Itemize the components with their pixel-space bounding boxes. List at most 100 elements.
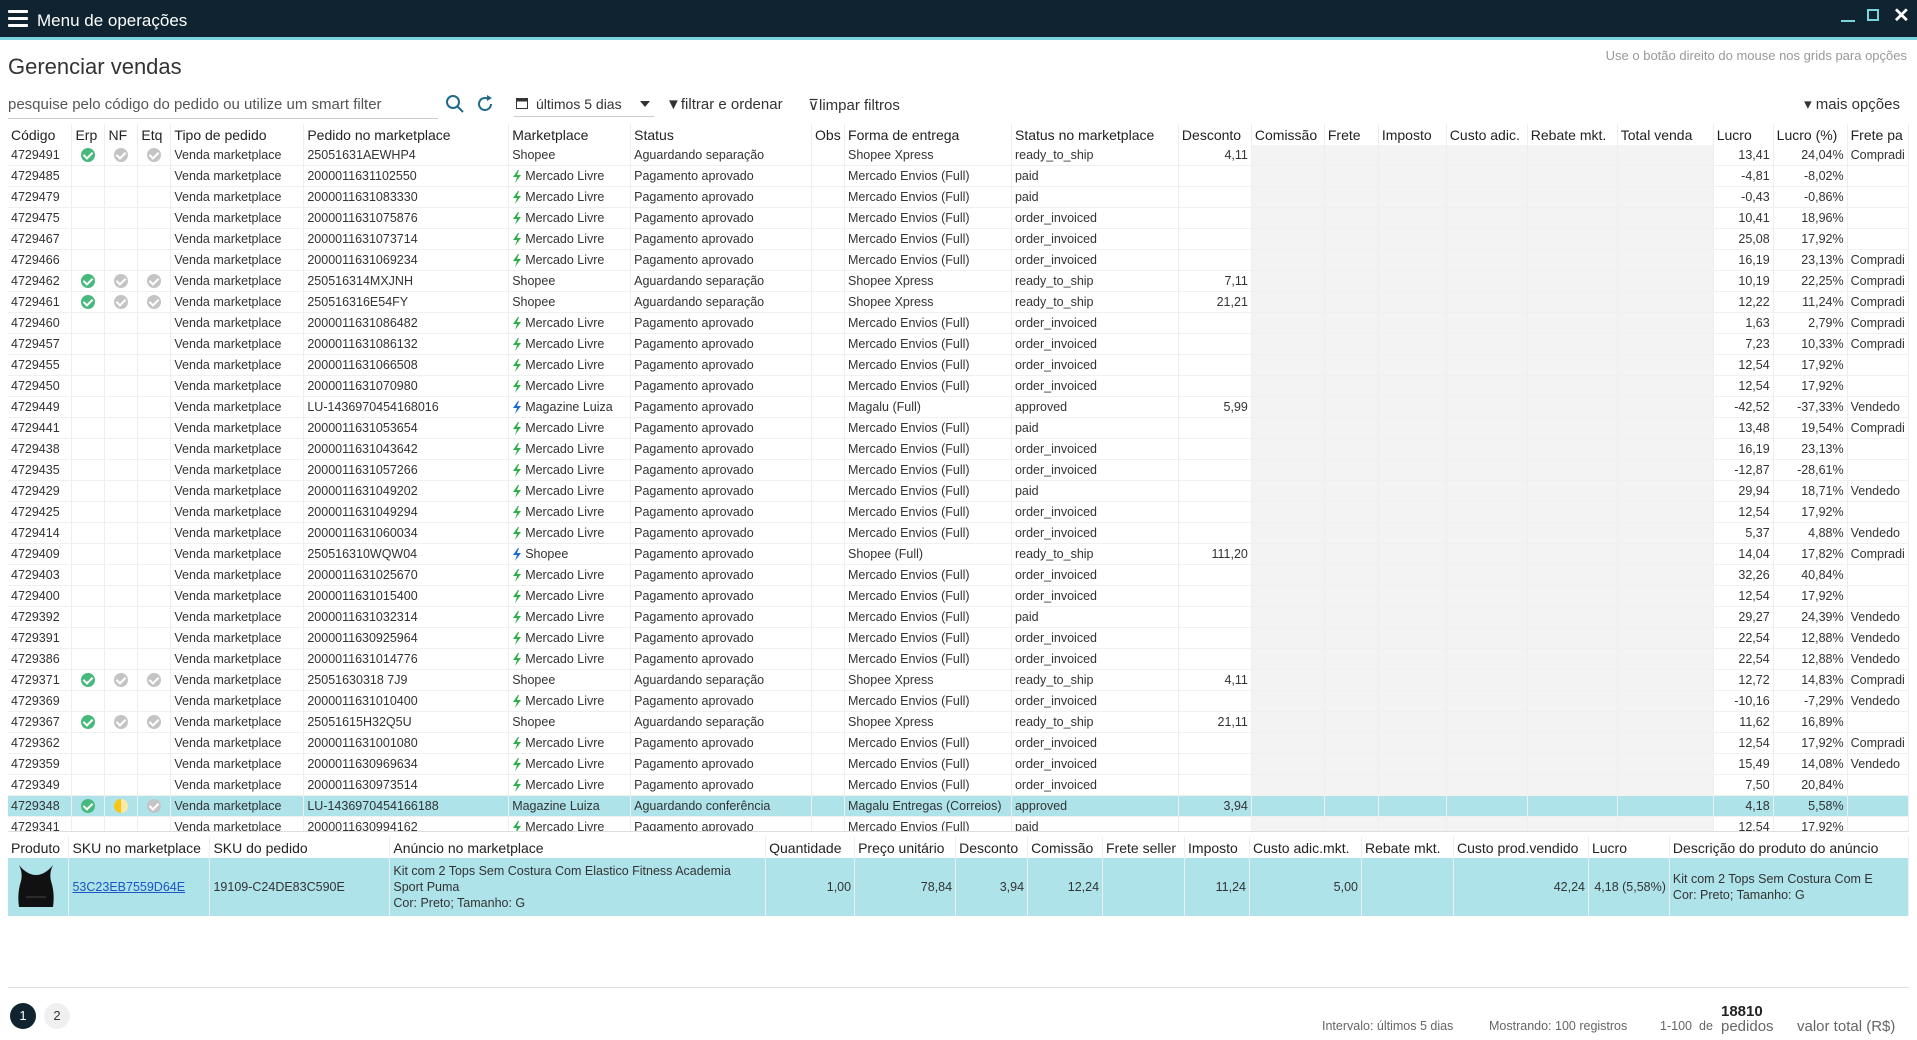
order-item-row[interactable]: 53C23EB7559D64E 19109-C24DE83C590E Kit c… [8,858,1909,916]
order-row[interactable]: 4729479 Venda marketplace 2000011631083330… [8,186,1909,208]
order-row[interactable]: 4729367 Venda marketplace 25051615H32Q5U Sh… [8,711,1909,733]
refresh-icon[interactable] [475,94,495,114]
detail-column-header[interactable]: Frete seller [1102,837,1186,858]
detail-column-header[interactable]: Descrição do produto do anúncio [1669,837,1909,858]
order-row[interactable]: 4729429 Venda marketplace 2000011631049202… [8,480,1909,502]
column-header[interactable]: Tipo de pedido [170,124,305,145]
pending-check-icon[interactable] [147,715,162,730]
page-1-button[interactable]: 1 [10,1003,36,1029]
detail-column-header[interactable]: Imposto [1184,837,1251,858]
column-header[interactable]: Custo adic. [1446,124,1528,145]
order-row[interactable]: 4729475 Venda marketplace 2000011631075876… [8,207,1909,229]
order-row[interactable]: 4729414 Venda marketplace 2000011631060034… [8,522,1909,544]
order-row[interactable]: 4729435 Venda marketplace 2000011631057266… [8,459,1909,481]
order-row[interactable]: 4729455 Venda marketplace 2000011631066508… [8,354,1909,376]
clear-filters-button[interactable]: ⊽limpar filtros [808,96,900,114]
column-header[interactable]: Imposto [1378,124,1447,145]
order-row[interactable]: 4729341 Venda marketplace 2000011630994162… [8,816,1909,831]
half-circle-icon[interactable] [114,799,129,814]
order-row[interactable]: 4729485 Venda marketplace 2000011631102550… [8,165,1909,187]
column-header[interactable]: Frete [1324,124,1379,145]
check-circle-icon[interactable] [81,799,96,814]
column-header[interactable]: Obs [811,124,846,145]
check-circle-icon[interactable] [81,148,96,163]
column-header[interactable]: Marketplace [508,124,632,145]
order-row[interactable]: 4729349 Venda marketplace 2000011630973514… [8,774,1909,796]
order-row[interactable]: 4729359 Venda marketplace 2000011630969634… [8,753,1909,775]
more-options-button[interactable]: ▾ mais opções [1804,95,1900,113]
column-header[interactable]: Erp [71,124,106,145]
detail-column-header[interactable]: SKU do pedido [209,837,391,858]
detail-column-header[interactable]: Custo prod.vendido [1453,837,1589,858]
check-circle-icon[interactable] [81,673,96,688]
check-circle-icon[interactable] [81,715,96,730]
order-row[interactable]: 4729400 Venda marketplace 2000011631015400… [8,585,1909,607]
order-row[interactable]: 4729441 Venda marketplace 2000011631053654… [8,417,1909,439]
order-row[interactable]: 4729466 Venda marketplace 2000011631069234… [8,249,1909,271]
detail-column-header[interactable]: Quantidade [765,837,856,858]
pending-check-icon[interactable] [147,274,162,289]
column-header[interactable]: Status [630,124,813,145]
filter-sort-button[interactable]: ▼filtrar e ordenar [666,96,783,113]
column-header[interactable]: Rebate mkt. [1527,124,1618,145]
date-range-select[interactable]: últimos 5 dias [514,92,654,117]
orders-grid[interactable]: Código Erp NF Etq Tipo de pedido Pedido no ma… [8,124,1909,832]
column-header[interactable]: Código [8,124,73,145]
check-circle-icon[interactable] [81,274,96,289]
pending-check-icon[interactable] [147,673,162,688]
order-row[interactable]: 4729425 Venda marketplace 2000011631049294… [8,501,1909,523]
detail-column-header[interactable]: Produto [8,837,70,858]
column-header[interactable]: Lucro [1713,124,1774,145]
column-header[interactable]: Status no marketplace [1011,124,1179,145]
detail-column-header[interactable]: Custo adic.mkt. [1249,837,1362,858]
order-row[interactable]: 4729449 Venda marketplace LU-1436970454168… [8,396,1909,418]
order-row[interactable]: 4729467 Venda marketplace 2000011631073714… [8,228,1909,250]
detail-column-header[interactable]: Rebate mkt. [1361,837,1454,858]
order-row[interactable]: 4729491 Venda marketplace 25051631AEWHP4 Sh… [8,145,1909,166]
close-icon[interactable]: ✕ [1893,6,1910,26]
column-header[interactable]: Desconto [1178,124,1252,145]
minimize-icon[interactable] [1841,8,1857,24]
order-row[interactable]: 4729348 Venda marketplace LU-1436970454166… [8,795,1909,817]
pending-check-icon[interactable] [147,799,162,814]
order-row[interactable]: 4729392 Venda marketplace 2000011631032314… [8,606,1909,628]
detail-column-header[interactable]: Preço unitário [854,837,957,858]
column-header[interactable]: Total venda [1617,124,1714,145]
detail-column-header[interactable]: SKU no marketplace [68,837,211,858]
detail-column-header[interactable]: Comissão [1027,837,1104,858]
order-row[interactable]: 4729462 Venda marketplace 250516314MXJNH Sh… [8,270,1909,292]
order-items-grid[interactable]: Produto SKU no marketplace SKU do pedido An… [8,837,1909,988]
order-row[interactable]: 4729450 Venda marketplace 2000011631070980… [8,375,1909,397]
column-header[interactable]: Comissão [1251,124,1325,145]
hamburger-menu-icon[interactable] [8,10,28,28]
column-header[interactable]: Frete pa [1847,124,1909,145]
search-icon[interactable] [445,94,465,114]
pending-check-icon[interactable] [114,148,129,163]
detail-column-header[interactable]: Desconto [955,837,1029,858]
order-row[interactable]: 4729362 Venda marketplace 2000011631001080… [8,732,1909,754]
pending-check-icon[interactable] [147,148,162,163]
column-header[interactable]: Forma de entrega [844,124,1012,145]
order-row[interactable]: 4729369 Venda marketplace 2000011631010400… [8,690,1909,712]
column-header[interactable]: Pedido no marketplace [303,124,510,145]
column-header[interactable]: Etq [137,124,172,145]
order-row[interactable]: 4729371 Venda marketplace 25051630318 7J9 S… [8,669,1909,691]
order-row[interactable]: 4729391 Venda marketplace 2000011630925964… [8,627,1909,649]
page-2-button[interactable]: 2 [44,1003,70,1029]
pending-check-icon[interactable] [147,295,162,310]
pending-check-icon[interactable] [114,673,129,688]
detail-column-header[interactable]: Lucro [1588,837,1670,858]
order-row[interactable]: 4729403 Venda marketplace 2000011631025670… [8,564,1909,586]
column-header[interactable]: NF [104,124,139,145]
detail-column-header[interactable]: Anúncio no marketplace [389,837,767,858]
order-row[interactable]: 4729457 Venda marketplace 2000011631086132… [8,333,1909,355]
column-header[interactable]: Lucro (%) [1773,124,1848,145]
pending-check-icon[interactable] [114,295,129,310]
sku-marketplace-link[interactable]: 53C23EB7559D64E [72,880,185,894]
pending-check-icon[interactable] [114,715,129,730]
maximize-icon[interactable] [1867,8,1883,24]
check-circle-icon[interactable] [81,295,96,310]
order-row[interactable]: 4729386 Venda marketplace 2000011631014776… [8,648,1909,670]
search-input[interactable] [8,92,438,116]
order-row[interactable]: 4729409 Venda marketplace 250516310WQW04 Sh… [8,543,1909,565]
